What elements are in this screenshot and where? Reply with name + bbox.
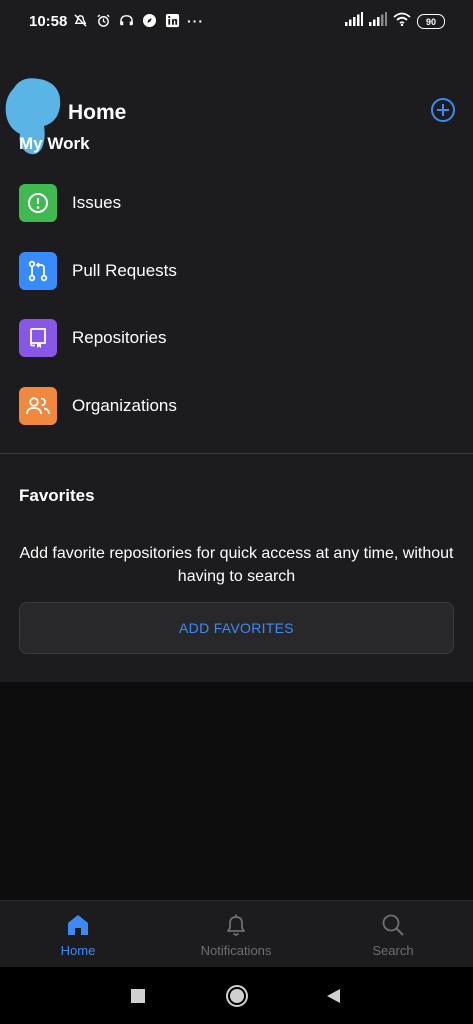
menu-label-issues: Issues xyxy=(72,193,122,212)
favorites-heading: Favorites xyxy=(19,486,95,505)
signal-icon xyxy=(345,12,363,31)
search-icon xyxy=(379,911,407,939)
organization-icon xyxy=(19,387,57,425)
status-icons-left: ··· xyxy=(72,12,204,29)
issue-icon xyxy=(19,184,57,222)
bell-icon xyxy=(222,911,250,939)
tab-label-search: Search xyxy=(372,943,414,958)
compass-icon xyxy=(141,12,158,29)
page-title: Home xyxy=(68,101,127,124)
system-nav-bar xyxy=(0,967,473,1024)
favorites-description: Add favorite repositories for quick acce… xyxy=(19,545,454,585)
tab-notifications[interactable]: Notifications xyxy=(176,901,296,968)
plus-circle-icon xyxy=(437,104,449,116)
tab-label-home: Home xyxy=(60,943,96,958)
menu-label-pull-requests: Pull Requests xyxy=(72,261,177,280)
menu-item-organizations[interactable]: Organizations xyxy=(19,386,459,426)
battery-icon: 90 xyxy=(417,14,445,29)
menu-label-organizations: Organizations xyxy=(72,396,177,415)
my-work-heading: My Work xyxy=(19,134,90,153)
home-icon xyxy=(64,911,92,939)
tab-home[interactable]: Home xyxy=(18,901,138,968)
repo-icon xyxy=(19,319,57,357)
add-favorites-button[interactable]: ADD FAVORITES xyxy=(19,602,454,654)
divider xyxy=(0,453,473,454)
back-triangle-icon xyxy=(327,989,340,1003)
menu-item-pull-requests[interactable]: Pull Requests xyxy=(19,251,459,291)
tab-bar: Home Notifications Search xyxy=(0,900,473,967)
headphones-icon xyxy=(118,12,135,29)
alarm-icon xyxy=(95,12,112,29)
more-icon: ··· xyxy=(187,12,204,29)
screen: 10:58 ··· 90 Home My Work Issues Pull Re… xyxy=(0,0,473,1024)
linkedin-icon xyxy=(164,12,181,29)
mute-icon xyxy=(72,12,89,29)
menu-item-issues[interactable]: Issues xyxy=(19,183,459,223)
wifi-icon xyxy=(393,12,411,31)
signal-icon xyxy=(369,12,387,31)
back-button[interactable] xyxy=(318,981,348,1011)
square-icon xyxy=(131,989,145,1003)
status-time: 10:58 xyxy=(29,13,68,30)
recents-button[interactable] xyxy=(123,981,153,1011)
tab-search[interactable]: Search xyxy=(333,901,453,968)
status-icons-right: 90 xyxy=(345,12,445,31)
home-content: Home My Work Issues Pull Requests Reposi… xyxy=(0,42,473,682)
home-nav-button[interactable] xyxy=(222,981,252,1011)
tab-label-notifications: Notifications xyxy=(200,943,272,958)
menu-item-repositories[interactable]: Repositories xyxy=(19,318,459,358)
add-button[interactable] xyxy=(431,98,455,122)
pull-request-icon xyxy=(19,252,57,290)
status-bar: 10:58 ··· 90 xyxy=(0,0,473,42)
menu-label-repositories: Repositories xyxy=(72,328,167,347)
circle-icon xyxy=(226,985,248,1007)
